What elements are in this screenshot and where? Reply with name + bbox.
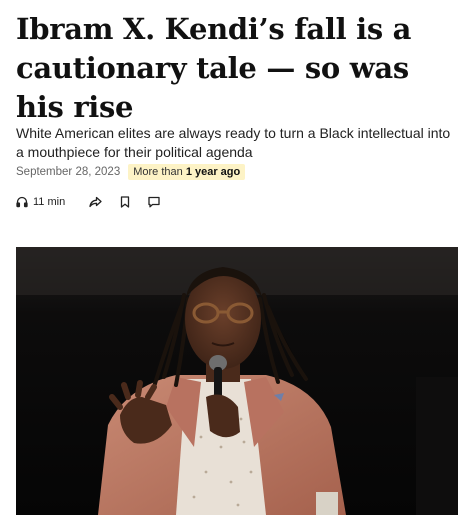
listen-button[interactable]: 11 min [16,196,65,208]
speaker-photo [16,247,458,515]
age-badge-prefix: More than [133,166,183,178]
age-badge-value: 1 year ago [185,166,241,178]
publish-date: September 28, 2023 [16,166,121,178]
article-meta: September 28, 2023 More than 1 year ago [16,163,246,181]
comment-button[interactable] [148,196,160,208]
comment-icon [148,196,160,208]
headline: Ibram X. Kendi’s fall is a cautionary ta… [16,12,412,124]
share-button[interactable] [89,196,102,208]
headphones-icon [16,196,28,208]
article-actions: 11 min [16,194,178,210]
lead-photo [16,247,458,515]
bookmark-icon [120,196,130,208]
age-badge: More than 1 year ago [128,164,246,180]
subheadline: White American elites are always ready t… [16,125,451,160]
listen-time: 11 min [33,196,66,208]
bookmark-button[interactable] [120,196,130,208]
share-icon [89,196,102,208]
